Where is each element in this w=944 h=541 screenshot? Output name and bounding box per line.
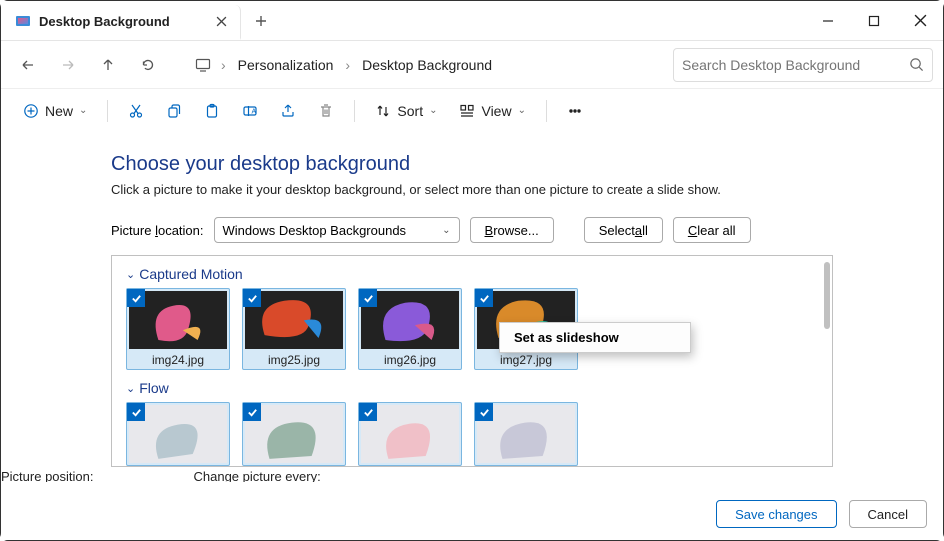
- copy-button[interactable]: [158, 96, 190, 126]
- check-icon[interactable]: [243, 403, 261, 421]
- tab-desktop-background[interactable]: Desktop Background: [1, 5, 241, 40]
- thumbnail-flow-2[interactable]: [242, 402, 346, 466]
- save-changes-button[interactable]: Save changes: [716, 500, 836, 528]
- svg-text:A: A: [252, 108, 257, 115]
- group-captured-motion[interactable]: ⌄ Captured Motion: [126, 266, 818, 282]
- select-all-button[interactable]: Select all: [584, 217, 663, 243]
- position-label: Picture position:: [1, 469, 94, 482]
- search-input[interactable]: [682, 57, 903, 73]
- browse-button[interactable]: Browse...: [470, 217, 554, 243]
- clear-all-button[interactable]: Clear all: [673, 217, 751, 243]
- thumb-row: img24.jpg img25.jpg img26.jpg img27.jpg: [126, 288, 818, 370]
- thumbnail-flow-4[interactable]: [474, 402, 578, 466]
- window-controls: [805, 1, 943, 40]
- thumb-row: [126, 402, 818, 466]
- breadcrumb-desktop-background[interactable]: Desktop Background: [358, 55, 496, 75]
- view-button[interactable]: View ⌄: [451, 96, 533, 126]
- footer: Save changes Cancel: [1, 488, 943, 540]
- view-label: View: [481, 103, 511, 119]
- new-tab-button[interactable]: [241, 1, 281, 40]
- location-label: Picture location:: [111, 223, 204, 238]
- thumbnail-label: img25.jpg: [245, 349, 343, 367]
- back-button[interactable]: [11, 48, 45, 82]
- group-flow[interactable]: ⌄ Flow: [126, 380, 818, 396]
- group-label: Flow: [139, 380, 169, 396]
- tab-close-icon[interactable]: [214, 15, 228, 29]
- chevron-down-icon: ⌄: [518, 105, 526, 116]
- new-button[interactable]: New ⌄: [15, 96, 95, 126]
- location-combo[interactable]: Windows Desktop Backgrounds ⌄: [214, 217, 460, 243]
- new-label: New: [45, 103, 73, 119]
- check-icon[interactable]: [475, 403, 493, 421]
- location-value: Windows Desktop Backgrounds: [223, 223, 407, 238]
- minimize-button[interactable]: [805, 1, 851, 40]
- chevron-right-icon: ›: [345, 57, 350, 73]
- paste-button[interactable]: [196, 96, 228, 126]
- cut-button[interactable]: [120, 96, 152, 126]
- navbar: › Personalization › Desktop Background: [1, 41, 943, 89]
- location-row: Picture location: Windows Desktop Backgr…: [111, 217, 833, 243]
- cutoff-row: Picture position: Change picture every:: [1, 469, 321, 482]
- app-icon: [15, 14, 31, 30]
- rename-button[interactable]: A: [234, 96, 266, 126]
- thumbnail-img25[interactable]: img25.jpg: [242, 288, 346, 370]
- cancel-button[interactable]: Cancel: [849, 500, 927, 528]
- search-icon[interactable]: [909, 57, 924, 72]
- thumbnail-label: img24.jpg: [129, 349, 227, 367]
- page-subtitle: Click a picture to make it your desktop …: [111, 182, 833, 197]
- group-label: Captured Motion: [139, 266, 243, 282]
- check-icon[interactable]: [243, 289, 261, 307]
- page-title: Choose your desktop background: [111, 153, 833, 176]
- change-every-label: Change picture every:: [194, 469, 321, 482]
- more-button[interactable]: [559, 96, 591, 126]
- chevron-down-icon: ⌄: [126, 268, 135, 281]
- chevron-down-icon: ⌄: [79, 105, 87, 116]
- check-icon[interactable]: [359, 289, 377, 307]
- context-set-slideshow[interactable]: Set as slideshow: [500, 323, 690, 352]
- check-icon[interactable]: [475, 289, 493, 307]
- breadcrumb-personalization[interactable]: Personalization: [234, 55, 338, 75]
- context-menu: Set as slideshow: [499, 322, 691, 353]
- check-icon[interactable]: [127, 403, 145, 421]
- breadcrumb[interactable]: › Personalization › Desktop Background: [187, 48, 667, 82]
- delete-button[interactable]: [310, 96, 342, 126]
- toolbar: New ⌄ A Sort ⌄ View ⌄: [1, 89, 943, 133]
- tab-title: Desktop Background: [39, 14, 206, 29]
- chevron-down-icon: ⌄: [442, 225, 450, 236]
- thumbnail-img24[interactable]: img24.jpg: [126, 288, 230, 370]
- check-icon[interactable]: [127, 289, 145, 307]
- sort-button[interactable]: Sort ⌄: [367, 96, 445, 126]
- refresh-button[interactable]: [131, 48, 165, 82]
- up-button[interactable]: [91, 48, 125, 82]
- check-icon[interactable]: [359, 403, 377, 421]
- thumbnail-img26[interactable]: img26.jpg: [358, 288, 462, 370]
- forward-button[interactable]: [51, 48, 85, 82]
- monitor-icon: [193, 55, 213, 75]
- close-button[interactable]: [897, 1, 943, 40]
- chevron-down-icon: ⌄: [429, 105, 437, 116]
- thumbnail-flow-3[interactable]: [358, 402, 462, 466]
- thumbnail-flow-1[interactable]: [126, 402, 230, 466]
- main-content: Choose your desktop background Click a p…: [1, 133, 943, 482]
- chevron-down-icon: ⌄: [126, 382, 135, 395]
- share-button[interactable]: [272, 96, 304, 126]
- picture-gallery: ⌄ Captured Motion img24.jpg img25.jpg im…: [111, 255, 833, 467]
- thumbnail-label: img26.jpg: [361, 349, 459, 367]
- chevron-right-icon: ›: [221, 57, 226, 73]
- maximize-button[interactable]: [851, 1, 897, 40]
- search-box[interactable]: [673, 48, 933, 82]
- sort-label: Sort: [397, 103, 423, 119]
- scrollbar-thumb[interactable]: [824, 262, 830, 329]
- titlebar: Desktop Background: [1, 1, 943, 41]
